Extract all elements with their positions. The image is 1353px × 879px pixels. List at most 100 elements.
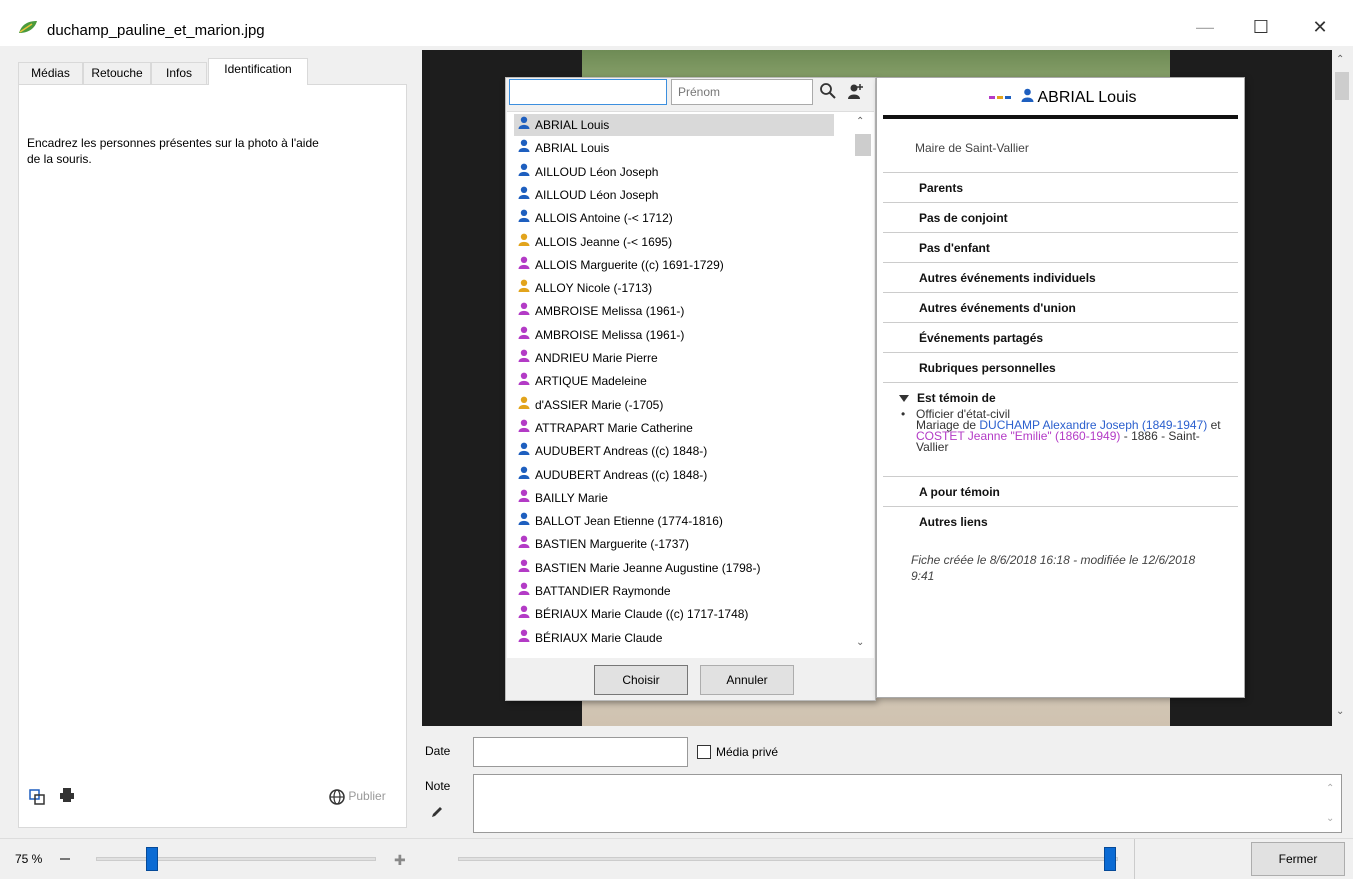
list-scrollbar-thumb[interactable] bbox=[855, 134, 871, 156]
person-list-item[interactable]: AUDUBERT Andreas ((c) 1848-) bbox=[514, 440, 834, 462]
person-list-item[interactable]: d'ASSIER Marie (-1705) bbox=[514, 394, 834, 416]
person-list[interactable]: ABRIAL Louis ABRIAL Louis AILLOUD Léon Jos… bbox=[507, 111, 874, 658]
section-shared-events[interactable]: Événements partagés bbox=[883, 322, 1238, 353]
person-label: AMBROISE Melissa (1961-) bbox=[535, 327, 685, 342]
male-person-icon bbox=[517, 207, 531, 229]
pencil-icon[interactable] bbox=[430, 805, 444, 822]
private-media-checkbox[interactable] bbox=[697, 745, 711, 759]
person-label: BATTANDIER Raymonde bbox=[535, 584, 671, 598]
list-scrollbar[interactable]: ⌃ ⌄ bbox=[852, 112, 873, 658]
position-slider-track[interactable] bbox=[458, 857, 1118, 861]
person-list-item[interactable]: AUDUBERT Andreas ((c) 1848-) bbox=[514, 464, 834, 486]
section-parents[interactable]: Parents bbox=[883, 172, 1238, 203]
temoin-title: Est témoin de bbox=[917, 391, 996, 405]
section-pour-temoin[interactable]: A pour témoin bbox=[883, 476, 1238, 507]
female-person-icon bbox=[517, 254, 531, 276]
expanded-triangle-icon bbox=[899, 392, 909, 406]
zoom-slider-track[interactable] bbox=[96, 857, 376, 861]
section-autres-liens[interactable]: Autres liens bbox=[883, 506, 1238, 537]
person-list-item[interactable]: AILLOUD Léon Joseph bbox=[514, 184, 834, 206]
photo-scrollbar[interactable]: ⌃ ⌄ bbox=[1332, 50, 1353, 726]
person-label: BASTIEN Marie Jeanne Augustine (1798-) bbox=[535, 560, 761, 575]
position-slider-handle[interactable] bbox=[1104, 847, 1116, 871]
person-list-item[interactable]: ABRIAL Louis bbox=[514, 114, 834, 136]
person-label: AUDUBERT Andreas ((c) 1848-) bbox=[535, 444, 708, 459]
person-list-item[interactable]: BÉRIAUX Marie Claude ((c) 1717-1748) bbox=[514, 603, 834, 625]
person-label: AILLOUD Léon Joseph bbox=[535, 164, 659, 179]
tab-retouche[interactable]: Retouche bbox=[83, 62, 151, 84]
private-media-label[interactable]: Média privé bbox=[716, 745, 778, 759]
note-scroll-down-icon[interactable]: ⌄ bbox=[1326, 813, 1334, 824]
person-list-item[interactable]: ALLOY Nicole (-1713) bbox=[514, 277, 834, 299]
tab-identification[interactable]: Identification bbox=[208, 58, 308, 85]
list-scroll-down-icon[interactable]: ⌄ bbox=[856, 637, 864, 648]
male-person-icon bbox=[517, 114, 531, 136]
list-scroll-up-icon[interactable]: ⌃ bbox=[856, 116, 864, 127]
section-label: Autres événements d'union bbox=[919, 301, 1076, 315]
female-person-icon bbox=[517, 487, 531, 509]
person-label: ANDRIEU Marie Pierre bbox=[535, 351, 658, 365]
close-window-button[interactable]: ✕ bbox=[1297, 12, 1343, 42]
female-person-icon bbox=[517, 603, 531, 625]
scrollbar-thumb[interactable] bbox=[1335, 72, 1349, 100]
scroll-up-icon[interactable]: ⌃ bbox=[1336, 54, 1344, 65]
section-label: Parents bbox=[919, 181, 964, 195]
person-list-item[interactable]: ALLOIS Marguerite ((c) 1691-1729) bbox=[514, 254, 834, 276]
publish-button[interactable]: Publier bbox=[329, 789, 386, 805]
choose-button[interactable]: Choisir bbox=[594, 665, 688, 695]
person-list-item[interactable]: ARTIQUE Madeleine bbox=[514, 370, 834, 392]
section-conjoint[interactable]: Pas de conjoint bbox=[883, 202, 1238, 233]
search-person-icon[interactable] bbox=[819, 82, 837, 104]
person-list-item[interactable]: BALLOT Jean Etienne (1774-1816) bbox=[514, 510, 834, 532]
prenom-input[interactable] bbox=[671, 79, 813, 105]
male-person-icon bbox=[517, 184, 531, 206]
female-person-icon bbox=[517, 347, 531, 369]
person-label: ABRIAL Louis bbox=[535, 141, 610, 156]
female-person-icon bbox=[517, 580, 531, 602]
print-icon[interactable] bbox=[59, 787, 75, 806]
zoom-in-icon[interactable]: ✚ bbox=[394, 852, 406, 869]
cancel-button[interactable]: Annuler bbox=[700, 665, 794, 695]
person-list-item[interactable]: ALLOIS Jeanne (-< 1695) bbox=[514, 231, 834, 253]
male-person-icon bbox=[517, 510, 531, 532]
section-enfant[interactable]: Pas d'enfant bbox=[883, 232, 1238, 263]
person-list-item[interactable]: ABRIAL Louis bbox=[514, 137, 834, 159]
person-list-item[interactable]: ATTRAPART Marie Catherine bbox=[514, 417, 834, 439]
add-person-icon[interactable] bbox=[847, 82, 865, 104]
tab-medias[interactable]: Médias bbox=[18, 62, 83, 84]
name-search-input[interactable] bbox=[509, 79, 667, 105]
temoin-text: Officier d'état-civil Mariage de DUCHAMP… bbox=[901, 408, 1231, 453]
zoom-out-icon[interactable] bbox=[60, 858, 70, 860]
person-list-item[interactable]: BAILLY Marie bbox=[514, 487, 834, 509]
section-personal-rubrics[interactable]: Rubriques personnelles bbox=[883, 352, 1238, 383]
frame-select-icon[interactable] bbox=[29, 789, 45, 808]
person-list-item[interactable]: ANDRIEU Marie Pierre bbox=[514, 347, 834, 369]
note-field[interactable]: ⌃ ⌄ bbox=[473, 774, 1342, 833]
date-field[interactable] bbox=[473, 737, 688, 767]
section-temoin-de[interactable]: Est témoin de bbox=[883, 382, 1238, 406]
zoom-slider-handle[interactable] bbox=[146, 847, 159, 871]
person-list-item[interactable]: BASTIEN Marguerite (-1737) bbox=[514, 533, 834, 555]
male-person-icon bbox=[517, 440, 531, 462]
person-list-item[interactable]: BASTIEN Marie Jeanne Augustine (1798-) bbox=[514, 557, 834, 579]
maximize-button[interactable]: ☐ bbox=[1238, 12, 1284, 42]
fermer-button[interactable]: Fermer bbox=[1251, 842, 1345, 876]
person-list-item[interactable]: BATTANDIER Raymonde bbox=[514, 580, 834, 602]
person-list-item[interactable]: AMBROISE Melissa (1961-) bbox=[514, 300, 834, 322]
minimize-button[interactable]: — bbox=[1182, 12, 1228, 42]
person-label: ALLOY Nicole (-1713) bbox=[535, 281, 653, 296]
date-label: Date bbox=[425, 744, 451, 758]
tab-infos[interactable]: Infos bbox=[151, 62, 207, 84]
male-person-icon bbox=[517, 464, 531, 486]
section-individual-events[interactable]: Autres événements individuels bbox=[883, 262, 1238, 293]
scroll-down-icon[interactable]: ⌄ bbox=[1336, 706, 1344, 717]
person-list-item[interactable]: AILLOUD Léon Joseph bbox=[514, 161, 834, 183]
note-scroll-up-icon[interactable]: ⌃ bbox=[1326, 783, 1334, 794]
person-list-item[interactable]: AMBROISE Melissa (1961-) bbox=[514, 324, 834, 346]
person-list-item[interactable]: ALLOIS Antoine (-< 1712) bbox=[514, 207, 834, 229]
section-union-events[interactable]: Autres événements d'union bbox=[883, 292, 1238, 323]
bottom-bar: 75 % ✚ Fermer bbox=[0, 838, 1353, 879]
person-label: ALLOIS Jeanne (-< 1695) bbox=[535, 234, 673, 249]
person-label: AUDUBERT Andreas ((c) 1848-) bbox=[535, 467, 708, 482]
person-list-item[interactable]: BÉRIAUX Marie Claude bbox=[514, 627, 834, 649]
